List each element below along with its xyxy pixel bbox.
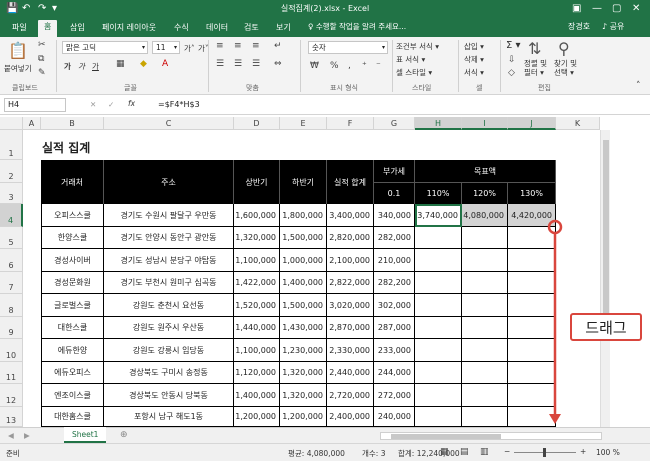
drag-arrow-head [549, 414, 561, 424]
fill-handle-highlight [547, 219, 563, 235]
drag-label: 드래그 [570, 313, 642, 341]
drag-annotation [547, 219, 563, 424]
